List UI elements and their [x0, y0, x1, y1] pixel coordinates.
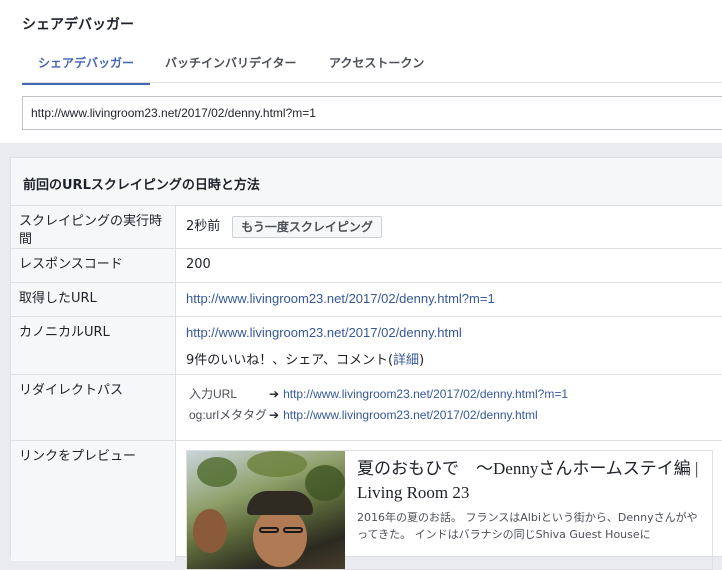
- scrape-time-label: スクレイピングの実行時間: [11, 206, 176, 248]
- preview-image: [187, 451, 345, 569]
- redirect-row-input: 入力URL ➔ http://www.livingroom23.net/2017/0…: [189, 385, 568, 402]
- url-input[interactable]: http://www.livingroom23.net/2017/02/denn…: [22, 96, 722, 130]
- response-code-value: 200: [186, 257, 211, 272]
- scrape-time-value: 2秒前: [186, 219, 221, 234]
- row-response-code: レスポンスコード 200: [11, 249, 722, 283]
- panel-title: 前回のURLスクレイピングの日時と方法: [23, 178, 260, 193]
- arrow-right-icon: ➔: [269, 408, 280, 422]
- scrape-info-panel: 前回のURLスクレイピングの日時と方法 スクレイピングの実行時間 2秒前 もう一度…: [10, 157, 722, 570]
- likes-detail-link[interactable]: 詳細: [393, 352, 419, 367]
- redirect-og-url-link[interactable]: http://www.livingroom23.net/2017/02/denn…: [283, 408, 538, 422]
- tab-share-debugger[interactable]: シェアデバッガー: [22, 48, 151, 85]
- redirect-path-label: リダイレクトパス: [11, 375, 176, 440]
- header-area: シェアデバッガー シェアデバッガー バッチインバリデイター アクセストークン h…: [0, 0, 722, 143]
- tab-batch-invalidator[interactable]: バッチインバリデイター: [165, 48, 297, 82]
- row-canonical-url: カノニカルURL http://www.livingroom23.net/201…: [11, 317, 722, 375]
- arrow-right-icon: ➔: [269, 387, 280, 401]
- scrape-again-button[interactable]: もう一度スクレイピング: [232, 215, 382, 238]
- canonical-url-link[interactable]: http://www.livingroom23.net/2017/02/denn…: [186, 325, 462, 340]
- link-preview-label: リンクをプレビュー: [11, 441, 176, 561]
- canonical-url-label: カノニカルURL: [11, 317, 176, 374]
- likes-text: 9件のいいね！、シェア、コメント(: [186, 353, 394, 368]
- tab-access-token[interactable]: アクセストークン: [329, 48, 424, 82]
- preview-description: 2016年の夏のお話。 フランスはAlbiという街から、Dennyさんがやってき…: [357, 511, 698, 541]
- row-redirect-path: リダイレクトパス 入力URL ➔ http://www.livingroom23.n…: [11, 375, 722, 441]
- row-scrape-time: スクレイピングの実行時間 2秒前 もう一度スクレイピング: [11, 206, 722, 249]
- likes-summary: 9件のいいね！、シェア、コメント(詳細): [186, 349, 424, 368]
- row-fetched-url: 取得したURL http://www.livingroom23.net/2017…: [11, 283, 722, 317]
- panel-header: 前回のURLスクレイピングの日時と方法: [11, 158, 722, 206]
- link-preview-card[interactable]: 夏のおもひで 〜Dennyさんホームステイ編 | Living Room 23 …: [186, 450, 713, 570]
- fetched-url-label: 取得したURL: [11, 283, 176, 316]
- redirect-row-og-url: og:urlメタタグ ➔ http://www.livingroom23.net/2…: [189, 406, 538, 423]
- preview-title: 夏のおもひで 〜Dennyさんホームステイ編 | Living Room 23: [357, 459, 699, 502]
- redirect-key: og:urlメタタグ: [189, 408, 268, 422]
- scrape-time-value-wrap: 2秒前 もう一度スクレイピング: [186, 215, 382, 238]
- likes-suffix: ): [419, 353, 425, 368]
- redirect-input-url-link[interactable]: http://www.livingroom23.net/2017/02/denn…: [283, 387, 568, 401]
- tab-divider: [22, 82, 722, 83]
- redirect-key: 入力URL: [189, 387, 238, 401]
- page-title: シェアデバッガー: [22, 17, 134, 33]
- fetched-url-link[interactable]: http://www.livingroom23.net/2017/02/denn…: [186, 291, 495, 306]
- response-code-label: レスポンスコード: [11, 249, 176, 282]
